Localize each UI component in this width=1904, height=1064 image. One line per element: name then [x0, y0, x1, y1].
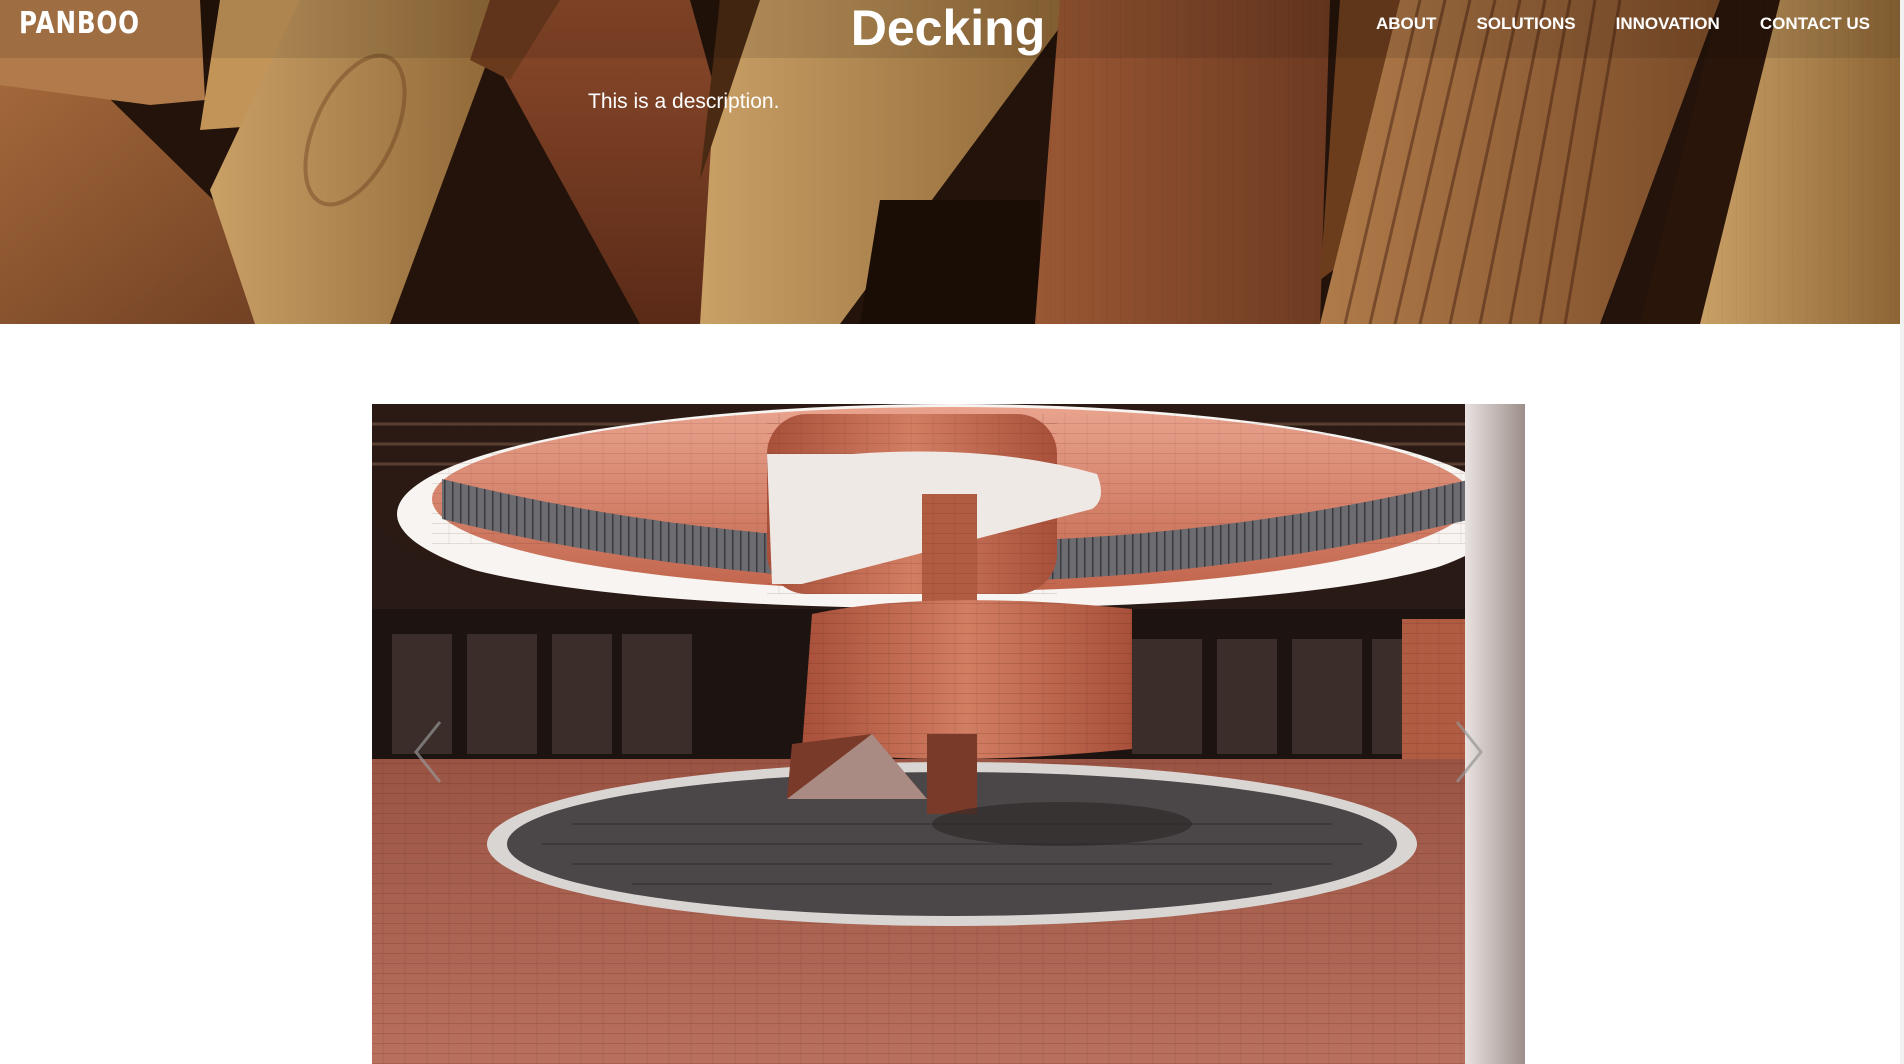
- carousel-next-button[interactable]: [1435, 712, 1495, 792]
- page: PANBOO Decking ABOUT SOLUTIONS INNOVATIO…: [0, 0, 1904, 1064]
- carousel-prev-button[interactable]: [402, 712, 462, 792]
- nav-item-innovation[interactable]: INNOVATION: [1616, 14, 1720, 34]
- hero-banner: PANBOO Decking ABOUT SOLUTIONS INNOVATIO…: [0, 0, 1900, 324]
- chevron-left-icon: [414, 721, 442, 783]
- carousel-slide-image: [372, 404, 1525, 1064]
- main-navigation: ABOUT SOLUTIONS INNOVATION CONTACT US: [1336, 14, 1870, 34]
- chevron-right-icon: [1455, 721, 1483, 783]
- page-description: This is a description.: [588, 90, 780, 113]
- page-title: Decking: [850, 0, 1046, 56]
- nav-item-contact-us[interactable]: CONTACT US: [1760, 14, 1870, 34]
- brand-logo[interactable]: PANBOO: [19, 6, 140, 41]
- image-carousel: [372, 404, 1525, 1064]
- nav-item-about[interactable]: ABOUT: [1376, 14, 1436, 34]
- page-scrollbar-track[interactable]: [1900, 0, 1904, 1064]
- nav-item-solutions[interactable]: SOLUTIONS: [1476, 14, 1575, 34]
